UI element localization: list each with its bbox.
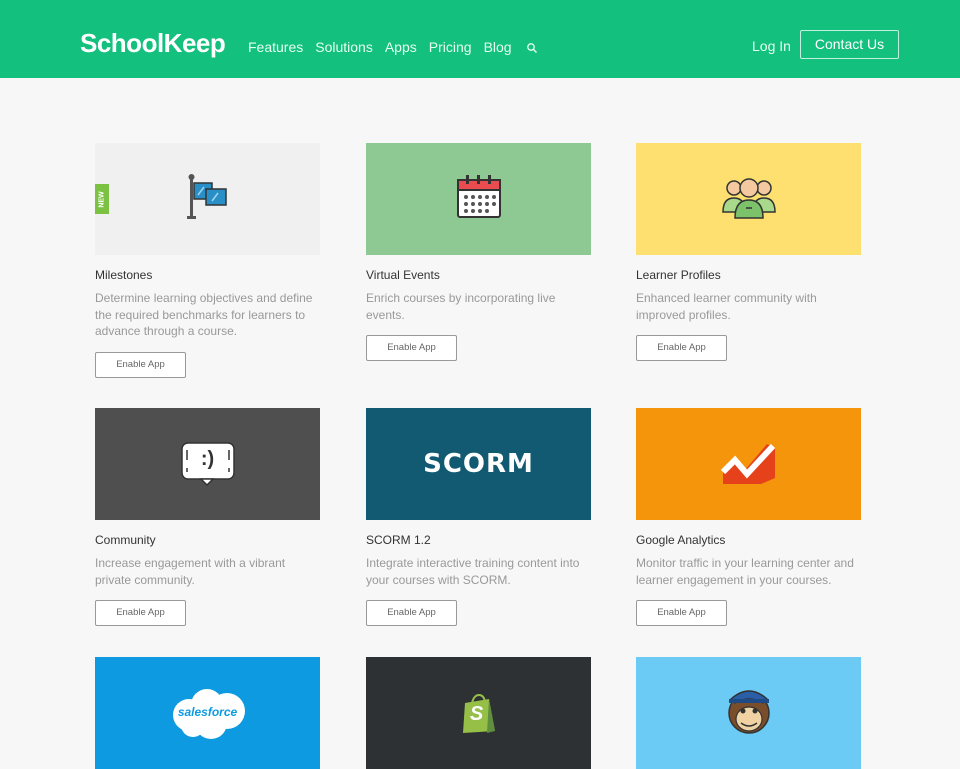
app-card-mailchimp bbox=[636, 657, 861, 769]
top-nav: SchoolKeep Features Solutions Apps Prici… bbox=[0, 0, 960, 78]
nav-link-solutions[interactable]: Solutions bbox=[315, 39, 373, 55]
app-description: Enrich courses by incorporating live eve… bbox=[366, 291, 556, 322]
salesforce-logo: salesforce bbox=[167, 685, 249, 741]
logo[interactable]: SchoolKeep bbox=[80, 28, 226, 59]
enable-app-button[interactable]: Enable App bbox=[95, 600, 186, 627]
app-thumbnail[interactable]: NEW bbox=[95, 143, 320, 255]
app-card-milestones: NEW Milestones Determine learning object… bbox=[95, 143, 320, 379]
shopify-icon: S bbox=[461, 693, 497, 733]
chat-icon: :) bbox=[180, 442, 235, 486]
app-thumbnail[interactable]: S bbox=[366, 657, 591, 769]
chat-face: :) bbox=[200, 448, 215, 470]
app-card-virtual-events: Virtual Events Enrich courses by incorpo… bbox=[366, 143, 591, 362]
app-description: Determine learning objectives and define… bbox=[95, 291, 313, 339]
app-thumbnail[interactable] bbox=[366, 143, 591, 255]
nav-link-features[interactable]: Features bbox=[248, 39, 303, 55]
app-title: Learner Profiles bbox=[636, 268, 721, 282]
analytics-icon bbox=[720, 438, 777, 491]
people-icon bbox=[720, 174, 778, 225]
search-icon[interactable] bbox=[526, 41, 538, 53]
salesforce-wordmark: salesforce bbox=[177, 705, 238, 719]
app-card-salesforce: salesforce bbox=[95, 657, 320, 769]
enable-app-button[interactable]: Enable App bbox=[636, 600, 727, 627]
app-card-shopify: S bbox=[366, 657, 591, 769]
app-card-scorm: SCORM SCORM 1.2 Integrate interactive tr… bbox=[366, 408, 591, 627]
app-description: Monitor traffic in your learning center … bbox=[636, 556, 854, 587]
flag-icon bbox=[186, 173, 230, 226]
scorm-logo: SCORM bbox=[423, 449, 534, 479]
app-card-google-analytics: Google Analytics Monitor traffic in your… bbox=[636, 408, 861, 627]
enable-app-button[interactable]: Enable App bbox=[366, 600, 457, 627]
calendar-icon bbox=[456, 174, 502, 225]
app-description: Enhanced learner community with improved… bbox=[636, 291, 817, 322]
app-thumbnail[interactable] bbox=[636, 657, 861, 769]
nav-link-pricing[interactable]: Pricing bbox=[429, 39, 472, 55]
app-thumbnail[interactable]: SCORM bbox=[366, 408, 591, 520]
app-title: Virtual Events bbox=[366, 268, 440, 282]
app-description: Integrate interactive training content i… bbox=[366, 556, 580, 587]
nav-link-apps[interactable]: Apps bbox=[385, 39, 417, 55]
nav-link-blog[interactable]: Blog bbox=[484, 39, 512, 55]
app-title: Google Analytics bbox=[636, 533, 726, 547]
app-thumbnail[interactable]: :) bbox=[95, 408, 320, 520]
login-link[interactable]: Log In bbox=[752, 38, 791, 54]
app-description: Increase engagement with a vibrant priva… bbox=[95, 556, 286, 587]
app-thumbnail[interactable]: salesforce bbox=[95, 657, 320, 769]
enable-app-button[interactable]: Enable App bbox=[366, 335, 457, 362]
app-title: SCORM 1.2 bbox=[366, 533, 431, 547]
app-card-community: :) Community Increase engagement with a … bbox=[95, 408, 320, 627]
nav-links: Features Solutions Apps Pricing Blog bbox=[248, 39, 538, 55]
mailchimp-icon bbox=[723, 683, 775, 744]
new-badge: NEW bbox=[95, 184, 109, 214]
app-title: Milestones bbox=[95, 268, 153, 282]
enable-app-button[interactable]: Enable App bbox=[636, 335, 727, 362]
app-title: Community bbox=[95, 533, 156, 547]
app-card-learner-profiles: Learner Profiles Enhanced learner commun… bbox=[636, 143, 861, 362]
app-thumbnail[interactable] bbox=[636, 143, 861, 255]
contact-button[interactable]: Contact Us bbox=[800, 30, 899, 59]
shopify-letter: S bbox=[469, 703, 484, 725]
enable-app-button[interactable]: Enable App bbox=[95, 352, 186, 379]
app-thumbnail[interactable] bbox=[636, 408, 861, 520]
